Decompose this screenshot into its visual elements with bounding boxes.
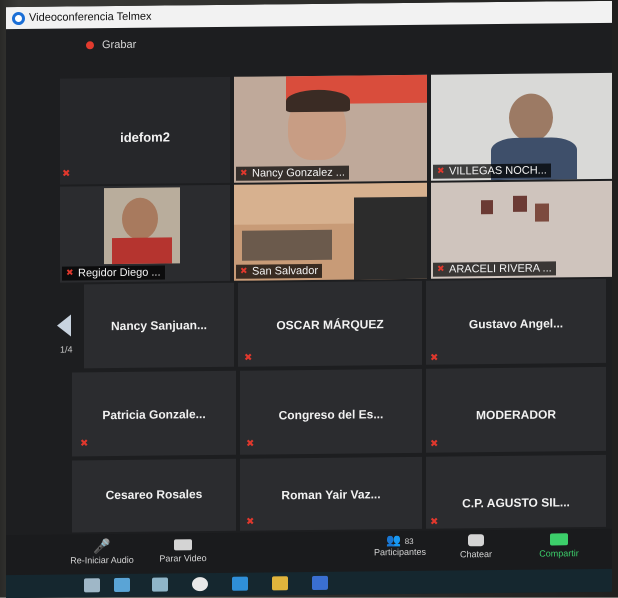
participants-button-label: Participantes xyxy=(373,546,427,558)
participant-name: OSCAR MÁRQUEZ xyxy=(276,317,384,333)
participant-tile[interactable]: OSCAR MÁRQUEZ xyxy=(238,280,422,367)
participants-count: 83 xyxy=(404,536,414,546)
person-shape xyxy=(354,196,427,280)
video-button-label: Parar Video xyxy=(159,553,207,564)
video-tile[interactable]: San Salvador xyxy=(234,182,427,281)
video-feed xyxy=(104,187,180,265)
muted-mic-icon xyxy=(430,439,439,450)
participant-name: idefom2 xyxy=(120,129,170,145)
page-indicator: 1/4 xyxy=(60,344,73,355)
app-logo-icon xyxy=(12,11,25,25)
participant-name: Nancy Gonzalez ... xyxy=(236,165,349,181)
person-face xyxy=(122,197,158,240)
participant-tile[interactable]: Congreso del Es... xyxy=(240,368,422,455)
audio-button[interactable]: 🎤 Re-Iniciar Audio xyxy=(62,538,142,566)
participant-name: MODERADOR xyxy=(476,407,556,423)
participant-name: Patricia Gonzale... xyxy=(102,407,206,423)
participant-name: C.P. AGUSTO SIL... xyxy=(462,495,570,511)
record-icon xyxy=(86,41,94,50)
share-button[interactable]: Compartir xyxy=(526,533,592,559)
camera-icon xyxy=(174,539,192,551)
taskbar-app-icon[interactable] xyxy=(152,577,168,592)
participant-tile[interactable]: Cesareo Rosales xyxy=(72,458,236,533)
muted-mic-icon xyxy=(430,517,439,528)
share-button-label: Compartir xyxy=(539,548,579,559)
chat-icon xyxy=(468,534,484,547)
muted-mic-icon xyxy=(62,168,71,179)
participant-tile[interactable]: Roman Yair Vaz... xyxy=(240,456,422,531)
taskbar-app-icon[interactable] xyxy=(232,576,248,591)
share-screen-icon xyxy=(550,533,568,546)
participants-button[interactable]: 👥 83 Participantes xyxy=(362,533,438,558)
video-frame xyxy=(535,203,549,222)
participant-tile[interactable]: idefom2 xyxy=(60,76,230,185)
record-indicator[interactable]: Grabar xyxy=(86,39,136,52)
person-shirt xyxy=(112,237,172,265)
muted-mic-icon xyxy=(246,517,255,528)
video-frame xyxy=(481,200,493,215)
participants-icon: 👥 83 xyxy=(386,532,414,548)
video-desk xyxy=(242,229,332,261)
participant-name: Congreso del Es... xyxy=(278,407,384,423)
participant-name: Regidor Diego ... xyxy=(62,265,165,281)
chat-button[interactable]: Chatear xyxy=(446,534,506,560)
video-button[interactable]: Parar Video xyxy=(148,539,218,564)
participant-name: ARACELI RIVERA ... xyxy=(433,261,556,277)
participant-tile[interactable]: Gustavo Angel... xyxy=(426,278,606,365)
participant-name: VILLEGAS NOCH... xyxy=(433,163,551,179)
zoom-window: Videoconferencia Telmex Grabar idefom2 N… xyxy=(6,0,612,598)
muted-mic-icon xyxy=(80,438,89,449)
person-face xyxy=(509,93,553,142)
participant-name: Nancy Sanjuan... xyxy=(110,318,208,334)
participant-tile[interactable]: Patricia Gonzale... xyxy=(72,370,236,457)
taskbar-app-icon[interactable] xyxy=(114,577,130,593)
video-tile[interactable]: ARACELI RIVERA ... xyxy=(431,180,612,279)
person-hair xyxy=(286,89,350,113)
window-title: Videoconferencia Telmex xyxy=(29,10,152,24)
video-tile[interactable]: VILLEGAS NOCH... xyxy=(431,72,612,181)
audio-button-label: Re-Iniciar Audio xyxy=(70,554,134,566)
microphone-icon: 🎤 xyxy=(93,538,111,555)
muted-mic-icon xyxy=(244,353,253,364)
participant-tile[interactable]: Nancy Sanjuan... xyxy=(84,282,234,369)
taskbar-app-icon[interactable] xyxy=(192,577,208,592)
record-label: Grabar xyxy=(102,38,137,52)
video-frame xyxy=(513,195,527,212)
muted-mic-icon xyxy=(430,353,439,364)
previous-page-icon[interactable] xyxy=(57,314,71,337)
chat-button-label: Chatear xyxy=(459,549,493,560)
participant-name: Cesareo Rosales xyxy=(105,487,203,503)
participant-tile[interactable]: C.P. AGUSTO SIL... xyxy=(426,454,606,529)
participant-tile[interactable]: MODERADOR xyxy=(426,366,606,453)
participant-name: Roman Yair Vaz... xyxy=(281,487,381,503)
start-icon[interactable] xyxy=(84,578,100,593)
participant-name: San Salvador xyxy=(236,263,323,279)
muted-mic-icon xyxy=(246,439,255,450)
taskbar-app-icon[interactable] xyxy=(272,576,288,591)
video-tile[interactable]: Nancy Gonzalez ... xyxy=(234,74,427,183)
video-tile[interactable]: Regidor Diego ... xyxy=(60,184,230,283)
taskbar-app-icon[interactable] xyxy=(312,575,328,590)
participant-name: Gustavo Angel... xyxy=(468,316,564,332)
